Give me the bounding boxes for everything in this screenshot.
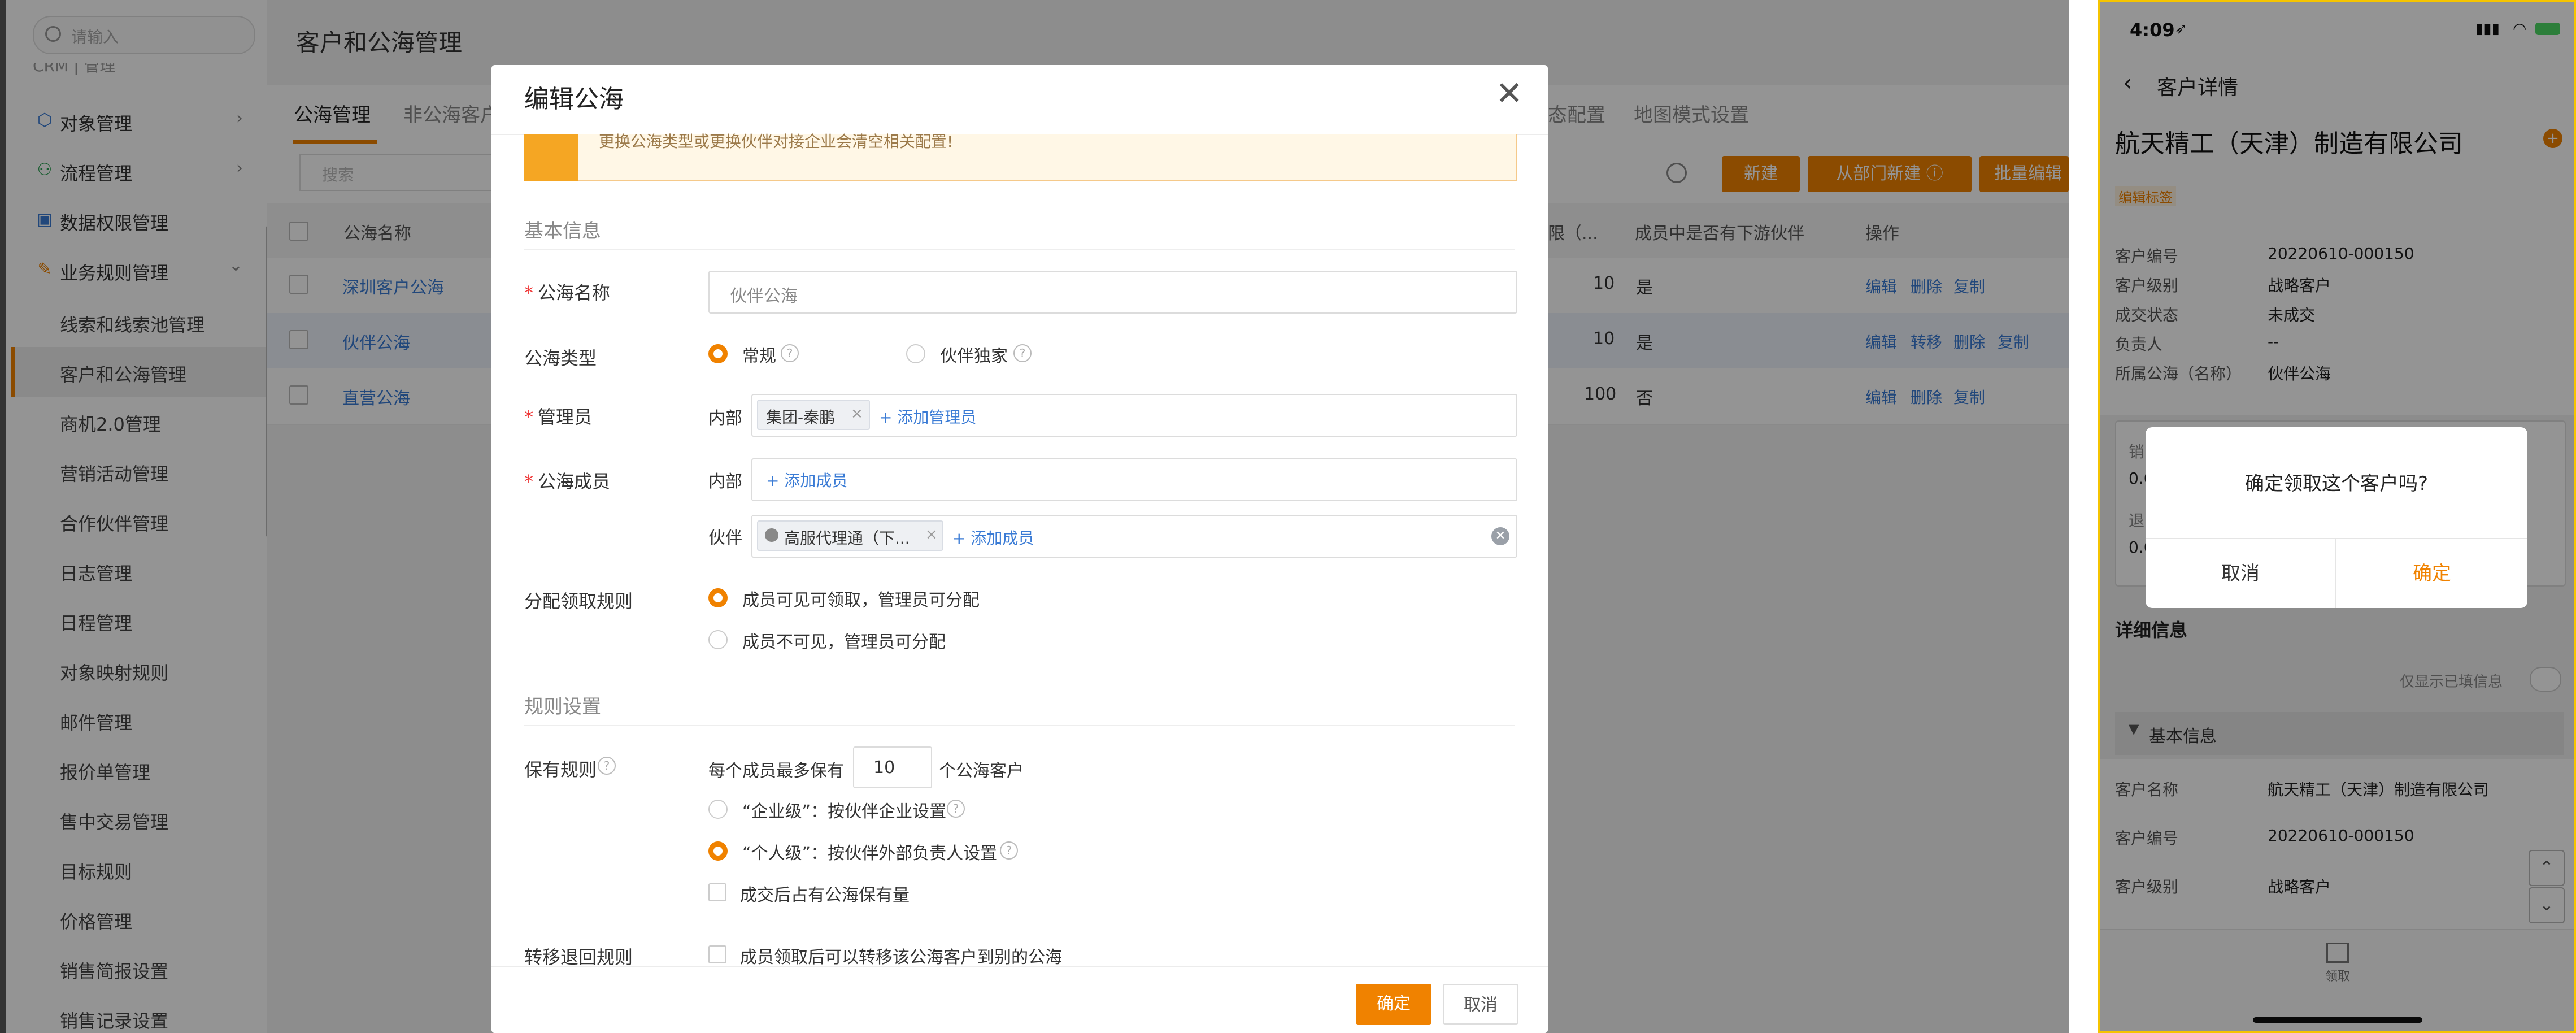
section-title-basic: 基本信息 xyxy=(524,220,601,242)
divider xyxy=(524,725,1515,726)
dialog-message: 确定领取这个客户吗? xyxy=(2244,472,2429,495)
warning-icon xyxy=(524,134,578,181)
retain-option-enterprise[interactable]: “企业级”：按伙伴企业设置 xyxy=(742,797,946,822)
confirm-button[interactable]: 确定 xyxy=(1356,984,1431,1025)
separator xyxy=(2069,0,2098,1033)
remove-tag-icon[interactable]: × xyxy=(925,526,938,543)
add-partner-member-link[interactable]: + 添加成员 xyxy=(952,526,1034,549)
confirm-dialog: 确定领取这个客户吗? 取消 确定 xyxy=(2146,427,2527,608)
sea-type-label: 公海类型 xyxy=(524,348,597,369)
retain-prefix: 每个成员最多保有 xyxy=(708,761,844,781)
assign-option-visible[interactable]: 成员可见可领取，管理员可分配 xyxy=(742,586,980,611)
help-icon[interactable]: ? xyxy=(598,757,616,775)
retain-radio-enterprise[interactable] xyxy=(708,800,728,819)
admin-internal-label: 内部 xyxy=(708,409,742,428)
admin-label: * 管理员 xyxy=(524,406,593,428)
dialog-ok-button[interactable]: 确定 xyxy=(2336,539,2527,608)
sea-name-input[interactable]: 伙伴公海 xyxy=(708,271,1517,314)
help-icon[interactable]: ? xyxy=(1000,841,1018,860)
assign-radio-visible[interactable] xyxy=(708,588,728,607)
add-admin-link[interactable]: + 添加管理员 xyxy=(879,405,976,428)
crm-app: 请输入 CRM | 管理 ⬡ 对象管理 › ⚇ 流程管理 › ▣ 数据权限管理 … xyxy=(0,0,2069,1033)
assign-option-invisible[interactable]: 成员不可见，管理员可分配 xyxy=(742,628,946,653)
type-option-regular[interactable]: 常规 xyxy=(742,342,776,367)
partner-tag: 高服代理通（下... × xyxy=(757,520,943,551)
help-icon[interactable]: ? xyxy=(947,800,965,818)
members-label: * 公海成员 xyxy=(524,471,611,492)
retain-radio-personal[interactable] xyxy=(708,841,728,861)
retain-after-deal-checkbox[interactable] xyxy=(708,883,726,901)
type-option-partner[interactable]: 伙伴独家 xyxy=(940,342,1008,367)
assign-radio-invisible[interactable] xyxy=(708,630,728,649)
sea-name-label: * 公海名称 xyxy=(524,282,611,303)
edit-sea-modal: 编辑公海 ✕ 更换公海类型或更换伙伴对接企业会清空相关配置! 基本信息 * 公海名… xyxy=(491,65,1548,1033)
remove-tag-icon[interactable]: × xyxy=(851,405,863,422)
transfer-text: 成员领取后可以转移该公海客户到别的公海 xyxy=(740,948,1062,967)
retain-option-personal[interactable]: “个人级”：按伙伴外部负责人设置 xyxy=(742,839,997,864)
notice-text: 更换公海类型或更换伙伴对接企业会清空相关配置! xyxy=(599,132,954,151)
transfer-rule-label: 转移退回规则 xyxy=(524,947,633,968)
retain-suffix: 个公海客户 xyxy=(939,761,1024,781)
modal-header xyxy=(491,65,1548,135)
section-title-rules: 规则设置 xyxy=(524,696,601,718)
assign-rule-label: 分配领取规则 xyxy=(524,591,633,612)
retain-after-deal-text: 成交后占有公海保有量 xyxy=(740,886,910,905)
divider xyxy=(524,249,1515,250)
transfer-checkbox[interactable] xyxy=(708,945,726,963)
dialog-cancel-button[interactable]: 取消 xyxy=(2146,539,2335,608)
type-radio-partner[interactable] xyxy=(906,344,925,363)
close-icon[interactable]: ✕ xyxy=(1495,76,1523,110)
retain-count-input[interactable]: 10 xyxy=(853,746,932,788)
cancel-button[interactable]: 取消 xyxy=(1443,984,1518,1025)
members-internal-label: 内部 xyxy=(708,472,742,492)
partner-icon xyxy=(765,528,778,542)
help-icon[interactable]: ? xyxy=(781,344,799,362)
retain-rule-label: 保有规则 xyxy=(524,759,597,780)
members-partner-label: 伙伴 xyxy=(708,528,742,548)
add-internal-member-link[interactable]: + 添加成员 xyxy=(766,468,847,491)
admin-tag: 集团-秦鹏 × xyxy=(757,400,870,430)
modal-title: 编辑公海 xyxy=(524,85,624,114)
mobile-screen: 4:09 ➶ ▮▮▮ ◠ ‹ 客户详情 航天精工（天津）制造有限公司 + 编辑标… xyxy=(2098,0,2576,1033)
type-radio-regular[interactable] xyxy=(708,344,728,363)
help-icon[interactable]: ? xyxy=(1013,344,1032,362)
clear-icon[interactable]: ✕ xyxy=(1491,527,1509,545)
internal-members-picker[interactable] xyxy=(751,458,1517,501)
